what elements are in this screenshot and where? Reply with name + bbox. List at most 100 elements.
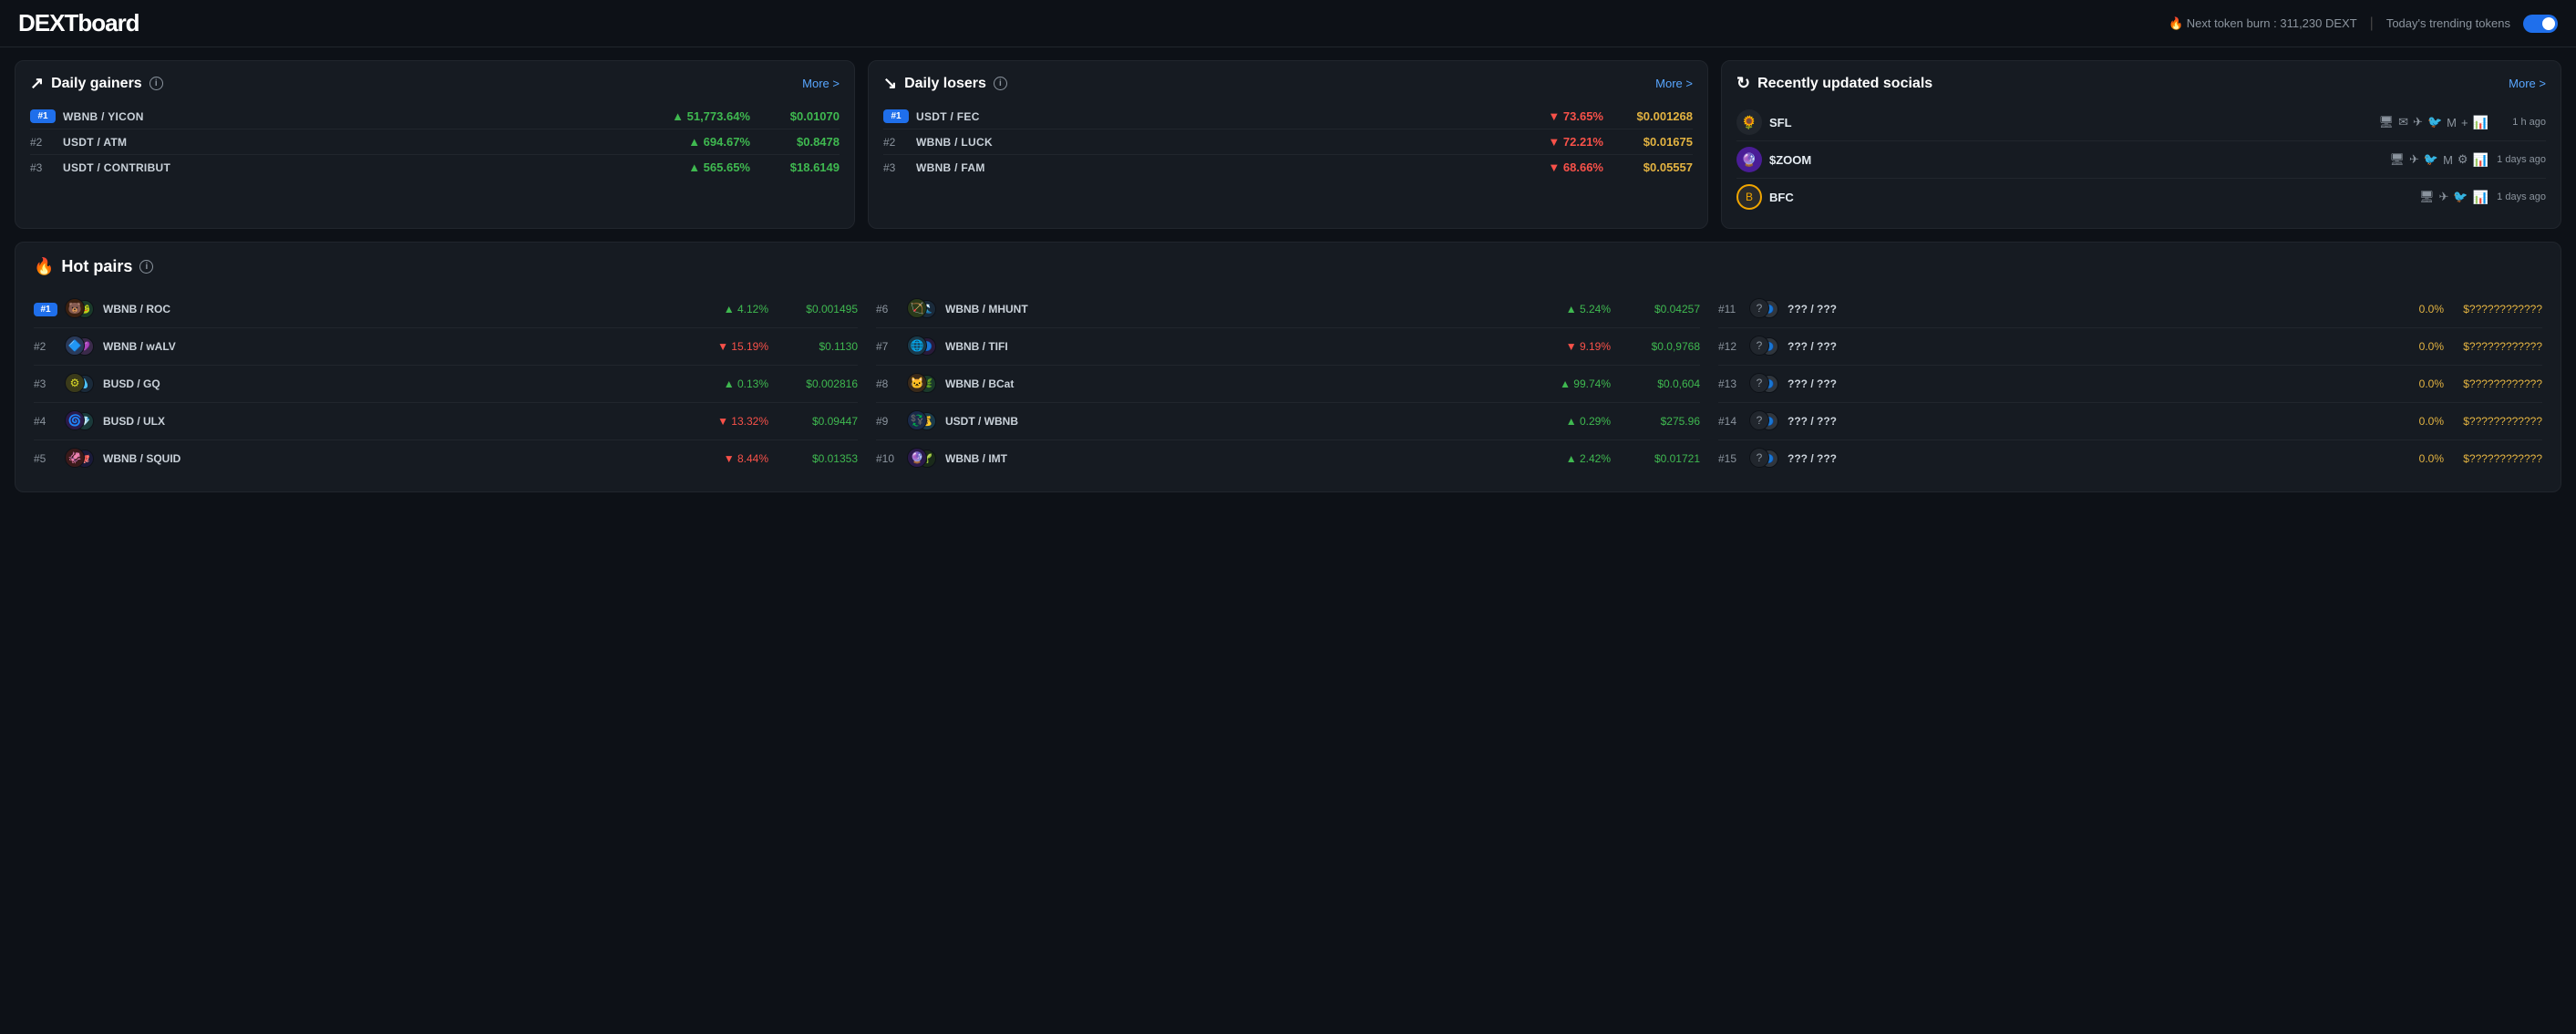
losers-pair-3[interactable]: WBNB / FAM: [916, 161, 1523, 174]
gainers-row-2: #2 USDT / ATM ▲ 694.67% $0.8478: [30, 129, 840, 155]
losers-info-icon[interactable]: i: [994, 77, 1007, 90]
hot-pairs-col1: #1 🐻 🐸 WBNB / ROC ▲ 4.12% $0.001495 #2 🔷…: [34, 291, 858, 477]
hp-avatar-5: 🦑 🐙: [65, 448, 96, 470]
hp-price-5: $0.01353: [776, 452, 858, 465]
hp-rank-15: #15: [1718, 452, 1742, 465]
hp-name-11[interactable]: ??? / ???: [1788, 303, 2382, 315]
hot-pairs-info-icon[interactable]: i: [139, 260, 153, 274]
sfl-twitter-icon[interactable]: 🐦: [2427, 115, 2442, 129]
hp-rank-9: #9: [876, 415, 900, 428]
hp-pct-11: 0.0%: [2389, 303, 2444, 315]
zoom-github-icon[interactable]: ⚙: [2458, 152, 2468, 167]
hp-name-3[interactable]: BUSD / GQ: [103, 377, 706, 390]
divider: |: [2370, 16, 2374, 32]
hp-rank-2: #2: [34, 340, 57, 353]
losers-price-3: $0.05557: [1611, 160, 1693, 174]
hp-name-1[interactable]: WBNB / ROC: [103, 303, 706, 315]
hp-avatar-11: ? 🔵: [1749, 298, 1780, 320]
hp-name-10[interactable]: WBNB / IMT: [945, 452, 1549, 465]
losers-price-1: $0.001268: [1611, 109, 1693, 123]
hot-pair-row-2: #2 🔷 💜 WBNB / wALV ▼ 15.19% $0.1130: [34, 328, 858, 366]
socials-icon: ↻: [1736, 74, 1750, 93]
recent-socials-header: ↻ Recently updated socials More >: [1736, 74, 2546, 93]
hp-name-5[interactable]: WBNB / SQUID: [103, 452, 706, 465]
zoom-twitter-icon[interactable]: 🐦: [2424, 152, 2438, 167]
losers-pct-2: ▼ 72.21%: [1530, 135, 1603, 149]
bfc-telegram-icon[interactable]: ✈: [2438, 190, 2448, 204]
hot-pair-row-7: #7 🌐 🔵 WBNB / TIFI ▼ 9.19% $0.0,9768: [876, 328, 1700, 366]
hp-avatar-4: 🌀 💎: [65, 410, 96, 432]
bfc-social-icons: 🖥 ✈ 🐦 📊: [2419, 190, 2488, 205]
hp-rank-12: #12: [1718, 340, 1742, 353]
zoom-website-icon[interactable]: 🖥: [2389, 152, 2405, 167]
hp-price-14: $????????????: [2451, 415, 2542, 428]
bfc-name[interactable]: BFC: [1769, 191, 2412, 204]
gainers-info-icon[interactable]: i: [149, 77, 163, 90]
sfl-chart-icon[interactable]: 📊: [2473, 115, 2488, 130]
sfl-name[interactable]: SFL: [1769, 116, 2372, 129]
hot-pair-row-6: #6 🏹 🌊 WBNB / MHUNT ▲ 5.24% $0.04257: [876, 291, 1700, 328]
hp-avatar-10: 🔮 🌱: [907, 448, 938, 470]
sfl-email-icon[interactable]: ✉: [2398, 115, 2408, 129]
zoom-chart-icon[interactable]: 📊: [2473, 152, 2488, 168]
zoom-time: 1 days ago: [2496, 154, 2546, 165]
sfl-telegram-icon[interactable]: ✈: [2413, 115, 2423, 129]
gainers-pair-1[interactable]: WBNB / YICON: [63, 110, 665, 123]
social-row-bfc: B BFC 🖥 ✈ 🐦 📊 1 days ago: [1736, 179, 2546, 215]
sfl-time: 1 h ago: [2496, 117, 2546, 128]
hp-price-2: $0.1130: [776, 340, 858, 353]
losers-price-2: $0.01675: [1611, 135, 1693, 149]
trending-toggle[interactable]: [2523, 15, 2558, 33]
sfl-website-icon[interactable]: 🖥: [2379, 115, 2395, 129]
hp-price-9: $275.96: [1618, 415, 1700, 428]
losers-rank-2: #2: [883, 136, 909, 149]
bfc-avatar: B: [1736, 184, 1762, 210]
hp-name-2[interactable]: WBNB / wALV: [103, 340, 706, 353]
sfl-social-icons: 🖥 ✉ ✈ 🐦 M + 📊: [2379, 115, 2488, 130]
zoom-social-icons: 🖥 ✈ 🐦 M ⚙ 📊: [2389, 152, 2488, 168]
hp-name-4[interactable]: BUSD / ULX: [103, 415, 706, 428]
losers-pair-1[interactable]: USDT / FEC: [916, 110, 1523, 123]
hp-rank-7: #7: [876, 340, 900, 353]
daily-losers-title: ↘ Daily losers i: [883, 74, 1007, 93]
hp-name-14[interactable]: ??? / ???: [1788, 415, 2382, 428]
hp-name-8[interactable]: WBNB / BCat: [945, 377, 1549, 390]
sfl-plus-icon[interactable]: +: [2461, 116, 2468, 129]
zoom-telegram-icon[interactable]: ✈: [2409, 152, 2419, 167]
hp-rank-13: #13: [1718, 377, 1742, 390]
hp-pct-10: ▲ 2.42%: [1556, 452, 1611, 465]
hp-pct-4: ▼ 13.32%: [714, 415, 768, 428]
hp-name-9[interactable]: USDT / WBNB: [945, 415, 1549, 428]
hp-name-12[interactable]: ??? / ???: [1788, 340, 2382, 353]
losers-pair-2[interactable]: WBNB / LUCK: [916, 136, 1523, 149]
hot-pairs-card: 🔥 Hot pairs i #1 🐻 🐸 WBNB / ROC ▲ 4.12% …: [15, 242, 2561, 492]
losers-more-link[interactable]: More >: [1655, 77, 1693, 90]
gainers-more-link[interactable]: More >: [802, 77, 840, 90]
hp-name-6[interactable]: WBNB / MHUNT: [945, 303, 1549, 315]
hot-pair-row-9: #9 💱 💰 USDT / WBNB ▲ 0.29% $275.96: [876, 403, 1700, 440]
gainers-pair-2[interactable]: USDT / ATM: [63, 136, 670, 149]
token-burn: 🔥 Next token burn : 311,230 DEXT: [2169, 16, 2357, 31]
zoom-name[interactable]: $ZOOM: [1769, 153, 2382, 167]
zoom-medium-icon[interactable]: M: [2443, 153, 2453, 167]
hp-rank-1: #1: [34, 303, 57, 316]
hp-avatar-8: 🐱 🌿: [907, 373, 938, 395]
hp-price-13: $????????????: [2451, 377, 2542, 390]
hp-avatar-7: 🌐 🔵: [907, 336, 938, 357]
gainers-row-1: #1 WBNB / YICON ▲ 51,773.64% $0.01070: [30, 104, 840, 129]
bfc-chart-icon[interactable]: 📊: [2473, 190, 2488, 205]
sfl-medium-icon[interactable]: M: [2447, 116, 2457, 129]
hp-rank-11: #11: [1718, 303, 1742, 315]
gainers-pair-3[interactable]: USDT / CONTRIBUT: [63, 161, 670, 174]
gainers-row-3: #3 USDT / CONTRIBUT ▲ 565.65% $18.6149: [30, 155, 840, 180]
socials-more-link[interactable]: More >: [2509, 77, 2546, 90]
bfc-twitter-icon[interactable]: 🐦: [2453, 190, 2468, 204]
losers-pct-3: ▼ 68.66%: [1530, 160, 1603, 174]
hp-name-15[interactable]: ??? / ???: [1788, 452, 2382, 465]
hp-name-13[interactable]: ??? / ???: [1788, 377, 2382, 390]
bfc-website-icon[interactable]: 🖥: [2419, 190, 2435, 204]
hp-price-15: $????????????: [2451, 452, 2542, 465]
daily-losers-header: ↘ Daily losers i More >: [883, 74, 1693, 93]
hp-name-7[interactable]: WBNB / TIFI: [945, 340, 1549, 353]
hp-pct-6: ▲ 5.24%: [1556, 303, 1611, 315]
